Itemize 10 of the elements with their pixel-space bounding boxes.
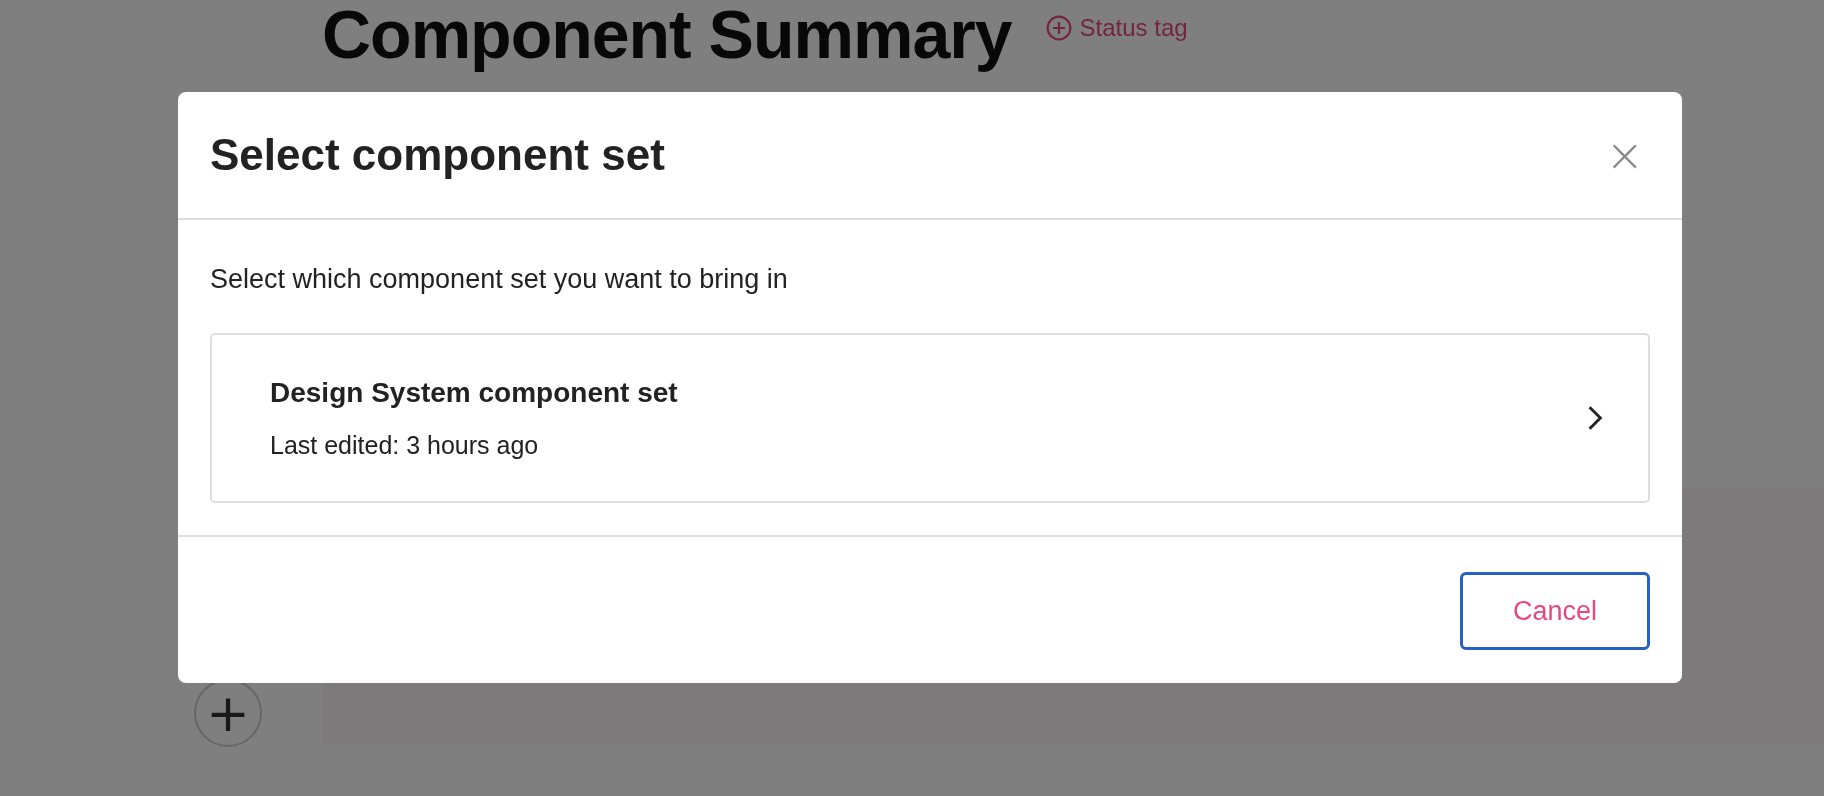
dialog-title: Select component set [210,130,665,180]
cancel-button[interactable]: Cancel [1460,572,1650,650]
option-meta: Last edited: 3 hours ago [270,430,540,460]
chevron-right-icon [1587,405,1603,431]
component-set-option[interactable]: Design System component set Last edited: 3 hours ago [210,333,1650,503]
add-icon [1045,15,1072,41]
close-button[interactable]: × [1601,132,1648,178]
status-tag-button[interactable]: Status tag [1045,14,1188,42]
option-name: Design System component set [270,376,678,409]
dialog-prompt: Select which component set you want to bring in [210,264,789,295]
